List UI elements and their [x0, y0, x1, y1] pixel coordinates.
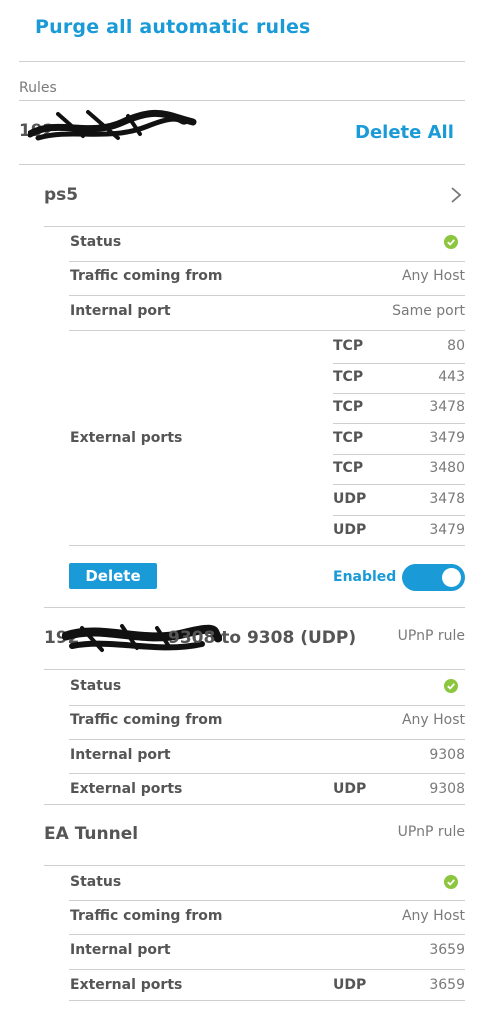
check-circle-icon [444, 679, 458, 693]
traffic-label: Traffic coming from [70, 908, 223, 924]
divider [69, 261, 465, 262]
port-number: 3659 [429, 977, 465, 993]
traffic-value: Any Host [401, 712, 465, 728]
divider [44, 865, 465, 866]
enabled-label: Enabled [333, 569, 397, 585]
port-number: 80 [447, 338, 465, 354]
port-number: 3479 [429, 522, 465, 538]
delete-rule-button[interactable]: Delete [69, 563, 157, 589]
divider [69, 969, 465, 970]
divider [19, 164, 465, 165]
redaction-scribble [28, 109, 197, 141]
external-ports-label: External ports [70, 781, 183, 797]
port-protocol: UDP [333, 491, 367, 507]
external-ports-label: External ports [70, 430, 183, 446]
delete-all-button[interactable]: Delete All [355, 122, 454, 143]
internal-port-label: Internal port [70, 303, 171, 319]
toggle-knob [442, 568, 461, 587]
internal-port-value: 3659 [429, 942, 465, 958]
port-protocol: TCP [333, 338, 364, 354]
enabled-toggle[interactable] [402, 564, 465, 591]
port-number: 3480 [429, 460, 465, 476]
divider [69, 705, 465, 706]
rule-title-suffix: 9308 to 9308 (UDP) [168, 628, 357, 648]
divider [333, 423, 465, 424]
rules-section-label: Rules [19, 80, 57, 96]
status-label: Status [70, 678, 122, 694]
traffic-label: Traffic coming from [70, 712, 223, 728]
check-circle-icon [444, 875, 458, 889]
divider [69, 934, 465, 935]
divider [333, 454, 465, 455]
rule-title-ea-tunnel: EA Tunnel [44, 824, 139, 844]
divider [333, 484, 465, 485]
port-number: 9308 [429, 781, 465, 797]
divider [44, 804, 465, 805]
port-protocol: TCP [333, 369, 364, 385]
divider [333, 393, 465, 394]
port-number: 443 [438, 369, 465, 385]
check-circle-icon [444, 235, 458, 249]
divider [69, 545, 465, 546]
port-protocol: UDP [333, 522, 367, 538]
divider [19, 61, 465, 62]
port-number: 3478 [429, 491, 465, 507]
divider [333, 363, 465, 364]
traffic-label: Traffic coming from [70, 268, 223, 284]
divider [69, 1000, 465, 1001]
divider [333, 515, 465, 516]
divider [69, 330, 465, 331]
rule-title-ps5: ps5 [44, 185, 79, 205]
divider [19, 100, 465, 101]
internal-port-label: Internal port [70, 942, 171, 958]
traffic-value: Any Host [401, 268, 465, 284]
port-protocol: UDP [333, 977, 367, 993]
port-protocol: UDP [333, 781, 367, 797]
internal-port-value: Same port [392, 303, 465, 319]
external-ports-label: External ports [70, 977, 183, 993]
purge-automatic-rules-link[interactable]: Purge all automatic rules [35, 16, 311, 38]
divider [69, 773, 465, 774]
divider [69, 295, 465, 296]
chevron-right-icon[interactable] [446, 183, 466, 207]
status-label: Status [70, 234, 122, 250]
divider [44, 226, 465, 227]
divider [69, 739, 465, 740]
rule-type-label: UPnP rule [397, 824, 465, 840]
port-protocol: TCP [333, 430, 364, 446]
port-number: 3478 [429, 399, 465, 415]
internal-port-label: Internal port [70, 747, 171, 763]
divider [44, 607, 465, 608]
port-number: 3479 [429, 430, 465, 446]
status-label: Status [70, 874, 122, 890]
divider [69, 900, 465, 901]
port-protocol: TCP [333, 460, 364, 476]
divider [44, 669, 465, 670]
port-protocol: TCP [333, 399, 364, 415]
traffic-value: Any Host [401, 908, 465, 924]
internal-port-value: 9308 [429, 747, 465, 763]
rule-type-label: UPnP rule [397, 628, 465, 644]
